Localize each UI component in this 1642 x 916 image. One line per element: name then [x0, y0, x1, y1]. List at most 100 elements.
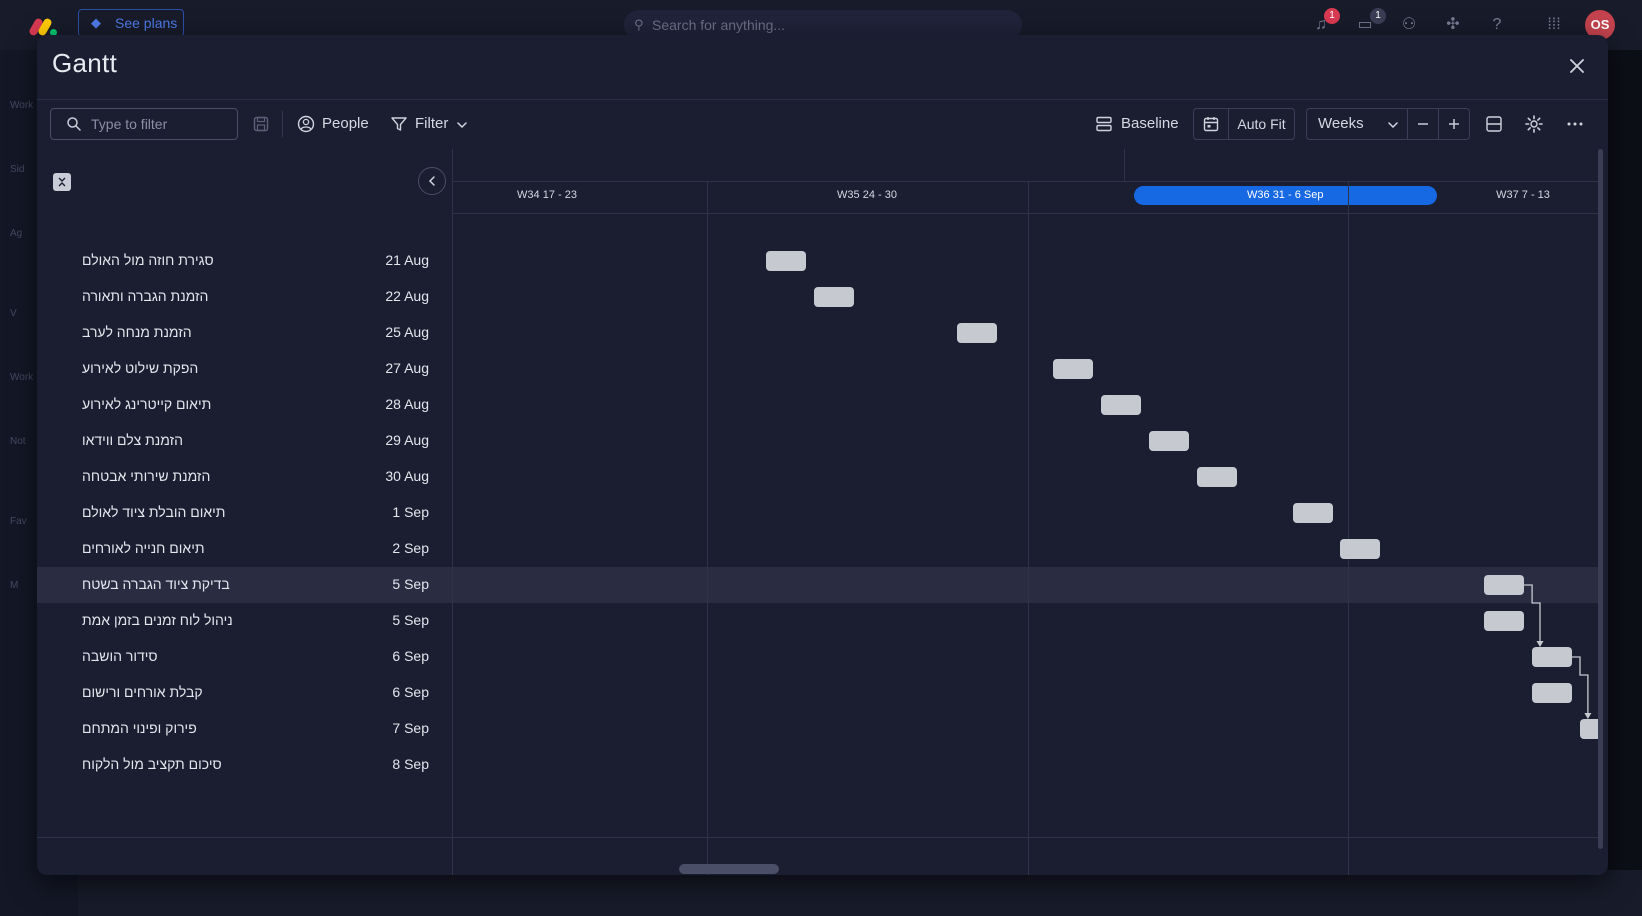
calendar-button[interactable]	[1193, 108, 1229, 140]
gantt-bar[interactable]	[1292, 503, 1333, 523]
gantt-bar[interactable]	[1148, 431, 1189, 451]
dependency-line	[1524, 584, 1541, 645]
calendar-icon	[1203, 117, 1219, 132]
filter-button[interactable]: Filter	[390, 109, 448, 139]
task-row[interactable]: ניהול לוח זמנים בזמן אמת 5 Sep	[37, 603, 452, 639]
task-name: תיאום קייטרינג לאירוע	[82, 396, 212, 412]
app-logo	[28, 14, 60, 37]
timescale-value: Weeks	[1318, 115, 1364, 132]
zoom-in-button[interactable]	[1438, 108, 1470, 140]
task-date: 25 Aug	[385, 324, 429, 340]
task-name: ניהול לוח זמנים בזמן אמת	[82, 612, 233, 628]
sidebar-label: Fav	[10, 516, 27, 527]
auto-fit-button[interactable]: Auto Fit	[1228, 108, 1295, 140]
app-bottom-strip	[78, 870, 1642, 916]
week-label: W37 7 - 13	[1496, 189, 1550, 201]
task-row[interactable]: הזמנת מנחה לערב 25 Aug	[37, 315, 452, 351]
task-row[interactable]: תיאום קייטרינג לאירוע 28 Aug	[37, 387, 452, 423]
task-list-panel: סגירת חוזה מול האולם 21 Aug הזמנת הגברה ות…	[37, 149, 452, 875]
task-name: סידור הושבה	[82, 648, 158, 664]
gantt-bar[interactable]	[1484, 575, 1525, 595]
task-date: 8 Sep	[392, 756, 429, 772]
people-button[interactable]: People	[297, 109, 369, 139]
task-date: 30 Aug	[385, 468, 429, 484]
gantt-bar[interactable]	[1484, 611, 1525, 631]
timeline-bottom-divider	[453, 837, 1601, 838]
week-label: W35 24 - 30	[837, 189, 897, 201]
task-row[interactable]: סידור הושבה 6 Sep	[37, 639, 452, 675]
task-name: הזמנת מנחה לערב	[82, 324, 192, 340]
zoom-out-button[interactable]	[1407, 108, 1439, 140]
gantt-bar[interactable]	[1196, 467, 1237, 487]
see-plans-button[interactable]: ◆ See plans	[78, 9, 184, 37]
month-row-divider	[453, 181, 1601, 182]
task-date: 1 Sep	[392, 504, 429, 520]
collapse-icon	[58, 177, 66, 187]
task-row[interactable]: סיכום תקציב מול הלקוח 8 Sep	[37, 747, 452, 783]
gantt-bar[interactable]	[813, 287, 854, 307]
gantt-bar[interactable]	[1532, 647, 1572, 667]
help-icon[interactable]: ?	[1486, 14, 1508, 36]
gantt-bar[interactable]	[1053, 359, 1093, 379]
horizontal-scrollbar[interactable]	[679, 864, 779, 874]
apps-icon[interactable]: ✣	[1442, 14, 1464, 36]
month-boundary	[1124, 149, 1125, 181]
gantt-bar[interactable]	[1100, 395, 1141, 415]
toolbar-divider	[282, 111, 283, 137]
chevron-down-icon[interactable]	[455, 118, 469, 132]
vertical-scrollbar[interactable]	[1598, 149, 1603, 849]
task-name: תיאום חנייה לאורחים	[82, 540, 205, 556]
task-row[interactable]: הזמנת צלם ווידאו 29 Aug	[37, 423, 452, 459]
gantt-bar[interactable]	[765, 251, 806, 271]
task-row[interactable]: תיאום חנייה לאורחים 2 Sep	[37, 531, 452, 567]
task-row[interactable]: תיאום הובלת ציוד לאולם 1 Sep	[37, 495, 452, 531]
gantt-bar[interactable]	[957, 323, 998, 343]
task-name: בדיקת ציוד הגברה בשטח	[82, 576, 230, 592]
sidebar-label: Work	[10, 372, 34, 383]
task-date: 22 Aug	[385, 288, 429, 304]
split-view-icon[interactable]	[1483, 113, 1505, 135]
close-button[interactable]	[1562, 51, 1592, 81]
task-date: 6 Sep	[392, 684, 429, 700]
task-date: 28 Aug	[385, 396, 429, 412]
collapse-panel-button[interactable]	[418, 167, 446, 195]
sidebar-label: Work	[10, 100, 34, 111]
task-date: 2 Sep	[392, 540, 429, 556]
gantt-bar[interactable]	[1340, 539, 1381, 559]
task-row[interactable]: קבלת אורחים ורישום 6 Sep	[37, 675, 452, 711]
task-name: תיאום הובלת ציוד לאולם	[82, 504, 226, 520]
task-row[interactable]: הזמנת שירותי אבטחה 30 Aug	[37, 459, 452, 495]
chevron-down-icon	[1388, 122, 1398, 129]
task-name: הפקת שילוט לאירוע	[82, 360, 199, 376]
settings-gear-icon[interactable]	[1523, 113, 1545, 135]
task-row[interactable]: בדיקת ציוד הגברה בשטח 5 Sep	[37, 567, 452, 603]
task-date: 27 Aug	[385, 360, 429, 376]
invite-icon[interactable]: ⚇	[1398, 14, 1420, 36]
notifications-badge: 1	[1324, 8, 1340, 24]
collapse-all-button[interactable]	[53, 173, 71, 191]
sidebar-label: Sid	[10, 164, 25, 175]
task-row[interactable]: הזמנת הגברה ותאורה 22 Aug	[37, 279, 452, 315]
baseline-button[interactable]: Baseline	[1095, 109, 1179, 139]
task-name: סגירת חוזה מול האולם	[82, 252, 214, 268]
week-gridline	[1028, 181, 1029, 875]
baseline-icon	[1096, 116, 1112, 132]
minus-icon	[1418, 123, 1428, 125]
sidebar-label: Ag	[10, 228, 23, 239]
task-date: 7 Sep	[392, 720, 429, 736]
week-label: W34 17 - 23	[517, 189, 577, 201]
save-view-icon[interactable]	[252, 115, 270, 133]
person-icon	[297, 115, 315, 133]
more-options-icon[interactable]	[1564, 113, 1586, 135]
close-icon	[1570, 59, 1584, 73]
timescale-select[interactable]: Weeks	[1306, 108, 1408, 140]
task-row[interactable]: סגירת חוזה מול האולם 21 Aug	[37, 243, 452, 279]
task-row[interactable]: פירוק ופינוי המתחם 7 Sep	[37, 711, 452, 747]
task-row[interactable]: הפקת שילוט לאירוע 27 Aug	[37, 351, 452, 387]
task-date: 29 Aug	[385, 432, 429, 448]
search-icon	[67, 117, 81, 131]
gantt-bar[interactable]	[1532, 683, 1572, 703]
gantt-toolbar: People Filter Baseline Auto Fit Weeks	[37, 100, 1608, 149]
task-name: קבלת אורחים ורישום	[82, 684, 203, 700]
grid-menu-icon[interactable]: ⁞⁞⁞	[1543, 14, 1565, 36]
